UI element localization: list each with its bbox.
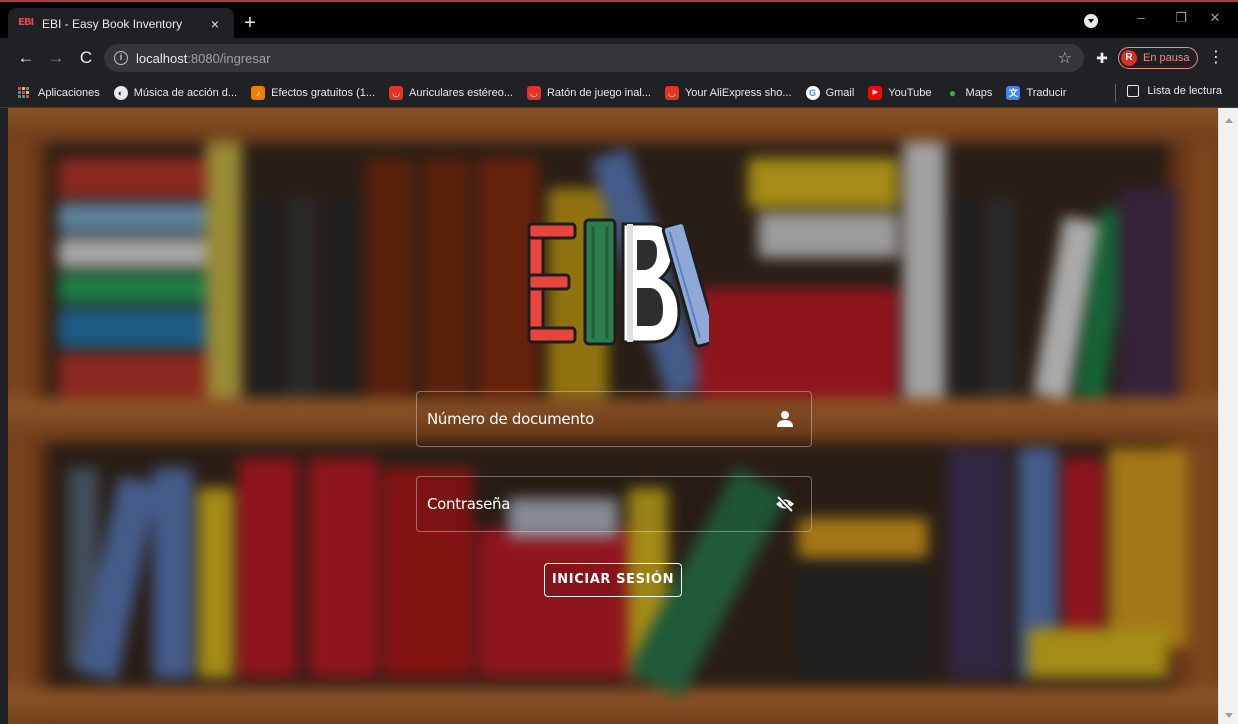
close-window-button[interactable]: ✕ [1200,10,1230,34]
new-tab-button[interactable]: + [238,12,262,36]
bookmark-traducir[interactable]: 文 Traducir [1006,85,1067,100]
document-number-label: Número de documento [427,410,595,428]
profile-button[interactable]: R En pausa [1118,47,1198,69]
bookmarks-divider [1115,84,1116,102]
back-arrow-icon[interactable]: ← [14,46,38,70]
restore-button[interactable]: ❐ [1166,10,1196,34]
password-field[interactable]: Contraseña [416,476,812,532]
globe-icon: ◐ [113,85,128,100]
document-number-field[interactable]: Número de documento [416,391,812,447]
maps-icon: ● [948,85,957,100]
bookmark-efectos[interactable]: ♪ Efectos gratuitos (1... [251,85,376,100]
ebi-logo-icon [527,218,709,348]
url-path: :8080/ingresar [187,50,271,66]
bookmark-label: Traducir [1026,86,1067,99]
bookmark-musica[interactable]: ◐ Música de acción d... [113,85,238,100]
bookmark-label: Your AliExpress sho... [684,86,792,99]
bookmark-aliexpress[interactable]: ◡ Your AliExpress sho... [664,85,792,100]
bookmark-label: Auriculares estéreo... [409,86,513,99]
minimize-button[interactable]: – [1126,10,1156,34]
kebab-menu-icon[interactable]: ⋮ [1208,48,1224,68]
bookmark-youtube[interactable]: ▶ YouTube [868,85,932,100]
bookmark-label: Ratón de juego inal... [546,86,651,99]
eye-off-icon[interactable] [775,494,795,514]
reading-list-icon [1127,85,1140,97]
apps-grid-icon [18,86,30,99]
profile-status: En pausa [1143,52,1190,64]
password-label: Contraseña [427,495,511,513]
bookmark-apps[interactable]: Aplicaciones [18,86,100,99]
tab-search-icon[interactable] [1084,14,1098,28]
avatar: R [1121,50,1137,66]
aliexpress-icon: ◡ [389,85,404,100]
youtube-icon: ▶ [868,85,883,100]
bookmark-label: Gmail [825,86,855,99]
address-bar[interactable]: i localhost:8080/ingresar ☆ [104,44,1084,72]
bookmark-label: Maps [965,86,993,99]
browser-toolbar: ← → C i localhost:8080/ingresar ☆ ✚ R En… [0,38,1238,78]
reading-list-label: Lista de lectura [1147,85,1222,97]
scroll-down-icon[interactable] [1225,713,1233,718]
person-icon [775,409,795,429]
music-icon: ♪ [251,85,266,100]
bookmark-gmail[interactable]: G Gmail [805,85,855,100]
bookmark-label: Aplicaciones [38,86,100,99]
login-page: Número de documento Contraseña INICIAR S… [8,108,1218,724]
url-host: localhost [136,50,188,66]
site-info-icon[interactable]: i [114,51,128,65]
bookmark-maps[interactable]: ● Maps [946,86,993,100]
bookmarks-bar: Aplicaciones ◐ Música de acción d... ♪ E… [0,78,1238,108]
bookmark-star-icon[interactable]: ☆ [1058,48,1072,68]
aliexpress-icon: ◡ [664,85,679,100]
browser-tab[interactable]: EBI EBI - Easy Book Inventory × [8,8,234,40]
browser-tab-bar: EBI EBI - Easy Book Inventory × + – ❐ ✕ [0,0,1238,40]
translate-icon: 文 [1006,85,1021,100]
bookmark-label: Efectos gratuitos (1... [271,86,376,99]
forward-arrow-icon[interactable]: → [44,46,68,70]
scroll-up-icon[interactable] [1225,118,1233,123]
page-scrollbar[interactable] [1218,108,1238,724]
reload-icon[interactable]: C [74,46,98,70]
extensions-puzzle-icon[interactable]: ✚ [1094,50,1110,66]
bookmark-label: YouTube [888,86,932,99]
tab-close-icon[interactable]: × [206,16,224,32]
google-icon: G [805,85,820,100]
bookmark-raton[interactable]: ◡ Ratón de juego inal... [526,85,651,100]
aliexpress-icon: ◡ [526,85,541,100]
reading-list-button[interactable]: Lista de lectura [1127,85,1222,97]
login-submit-button[interactable]: INICIAR SESIÓN [544,563,682,597]
tab-title: EBI - Easy Book Inventory [42,17,183,31]
ebi-favicon-icon: EBI [18,17,34,28]
bookmark-label: Música de acción d... [133,86,238,99]
bookmark-auriculares[interactable]: ◡ Auriculares estéreo... [389,85,513,100]
